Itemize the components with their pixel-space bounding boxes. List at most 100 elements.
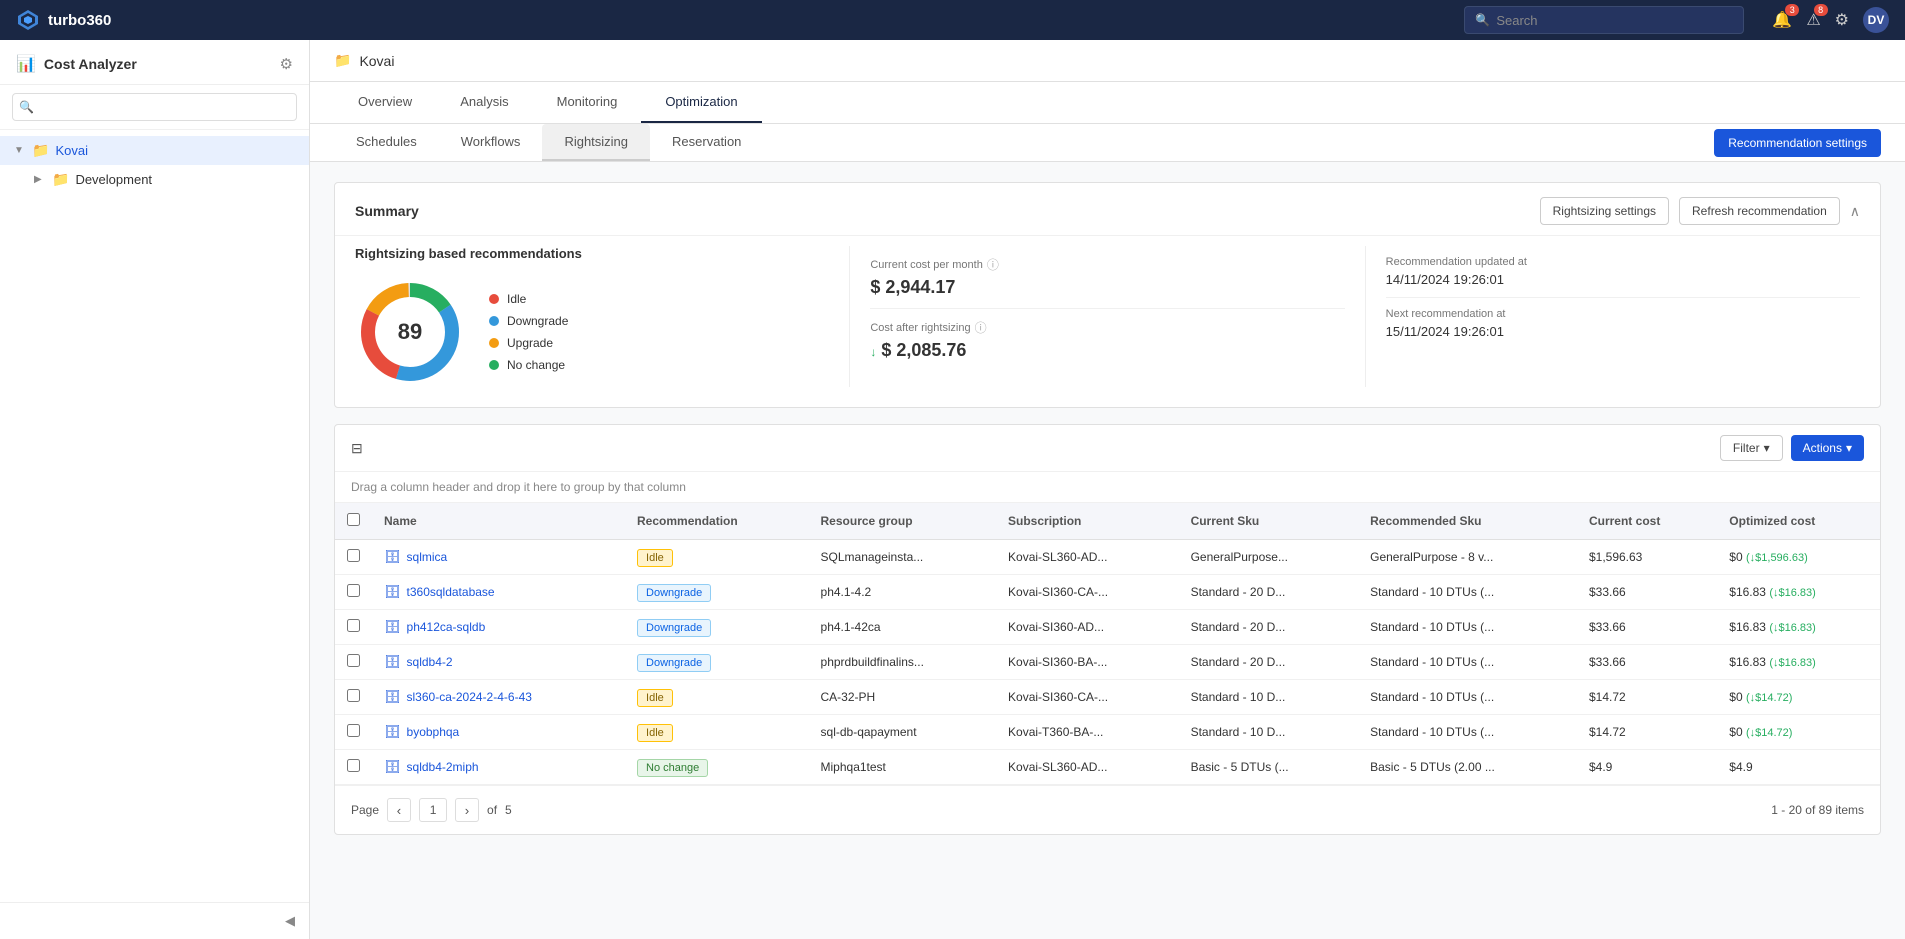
tab-reservation[interactable]: Reservation [650,124,763,161]
tab-rightsizing[interactable]: Rightsizing [542,124,650,161]
cell-subscription: Kovai-SI360-CA-... [996,680,1179,715]
recommendation-badge: Downgrade [637,584,711,602]
resource-name-link[interactable]: 🗄 sl360-ca-2024-2-4-6-43 [384,689,613,705]
chevron-down-icon: ▾ [1764,441,1770,455]
info-icon-2[interactable]: ⓘ [975,319,987,336]
sidebar-item-development[interactable]: ▶ 📁 Development [0,165,309,194]
cell-resource-group: sql-db-qapayment [809,715,997,750]
recommendation-badge: Idle [637,549,673,567]
info-icon[interactable]: ⓘ [987,256,999,273]
settings-button[interactable]: ⚙ [1835,10,1849,30]
resource-name-link[interactable]: 🗄 byobphqa [384,724,613,740]
search-icon: 🔍 [1475,13,1490,27]
search-bar[interactable]: 🔍 [1464,6,1744,34]
recommendation-settings-button[interactable]: Recommendation settings [1714,129,1881,157]
cell-optimized-cost: $0 (↓$1,596.63) [1717,540,1880,575]
resource-name-link[interactable]: 🗄 sqldb4-2 [384,654,613,670]
collapse-icon: ◀ [285,913,295,929]
notifications-button[interactable]: 🔔 3 [1772,10,1792,30]
cell-current-cost: $4.9 [1577,750,1717,785]
tab-workflows[interactable]: Workflows [439,124,543,161]
savings-amount: (↓$16.83) [1769,622,1815,634]
row-checkbox[interactable] [347,759,360,772]
resource-name-link[interactable]: 🗄 sqlmica [384,549,613,565]
optimized-cost-value: $4.9 [1729,760,1752,774]
savings-amount: (↓$16.83) [1769,657,1815,669]
logo-icon [16,8,40,32]
cell-name: 🗄 byobphqa [372,715,625,750]
cell-resource-group: phprdbuildfinalins... [809,645,997,680]
idle-dot [489,294,499,304]
row-checkbox-cell [335,645,372,680]
sidebar-collapse-button[interactable]: ◀ [0,902,309,939]
prev-page-button[interactable]: ‹ [387,798,411,822]
pagination: Page ‹ 1 › of 5 1 - 20 of 89 items [335,785,1880,834]
row-checkbox[interactable] [347,549,360,562]
database-icon: 🗄 [384,619,401,635]
tab-monitoring[interactable]: Monitoring [533,82,642,123]
row-checkbox[interactable] [347,724,360,737]
stat-current-cost: Current cost per month ⓘ $ 2,944.17 [870,246,1344,309]
drag-hint: Drag a column header and drop it here to… [335,472,1880,503]
col-resource-group: Resource group [809,503,997,540]
cell-current-cost: $33.66 [1577,575,1717,610]
secondary-tabs: Schedules Workflows Rightsizing Reservat… [310,124,1905,162]
rec-next-label: Next recommendation at [1386,308,1860,320]
sidebar-settings-button[interactable]: ⚙ [280,55,293,73]
sidebar-item-kovai[interactable]: ▼ 📁 Kovai [0,136,309,165]
summary-body: Rightsizing based recommendations [335,235,1880,407]
cell-resource-group: CA-32-PH [809,680,997,715]
cell-recommendation: Downgrade [625,645,809,680]
recommendation-badge: Idle [637,724,673,742]
col-recommendation: Recommendation [625,503,809,540]
refresh-recommendation-button[interactable]: Refresh recommendation [1679,197,1840,225]
cell-recommended-sku: Standard - 10 DTUs (... [1358,680,1577,715]
alerts-button[interactable]: ⚠ 8 [1806,10,1820,30]
sidebar-search-input[interactable] [12,93,297,121]
cost-after-label: Cost after rightsizing ⓘ [870,319,1344,336]
row-checkbox[interactable] [347,619,360,632]
select-all-checkbox[interactable] [347,513,360,526]
cell-subscription: Kovai-SI360-AD... [996,610,1179,645]
row-checkbox[interactable] [347,584,360,597]
cell-resource-group: ph4.1-4.2 [809,575,997,610]
tab-overview[interactable]: Overview [334,82,436,123]
next-page-button[interactable]: › [455,798,479,822]
legend-nochange: No change [489,358,568,372]
search-input[interactable] [1496,13,1733,28]
content-area: Summary Rightsizing settings Refresh rec… [310,162,1905,855]
filter-button[interactable]: Filter ▾ [1720,435,1783,461]
table-row: 🗄 sqldb4-2miph No change Miphqa1test Kov… [335,750,1880,785]
rightsizing-settings-button[interactable]: Rightsizing settings [1540,197,1669,225]
legend-idle: Idle [489,292,568,306]
optimized-cost-value: $0 [1729,550,1742,564]
resource-name-link[interactable]: 🗄 sqldb4-2miph [384,759,613,775]
tab-optimization[interactable]: Optimization [641,82,761,123]
cell-optimized-cost: $16.83 (↓$16.83) [1717,575,1880,610]
user-avatar[interactable]: DV [1863,7,1889,33]
stat-cost-after: Cost after rightsizing ⓘ ↓ $ 2,085.76 [870,309,1344,371]
cell-current-sku: Standard - 20 D... [1179,575,1359,610]
table-filter-icon[interactable]: ⊟ [351,440,363,457]
resource-name-link[interactable]: 🗄 ph412ca-sqldb [384,619,613,635]
cell-recommended-sku: Standard - 10 DTUs (... [1358,645,1577,680]
nochange-dot [489,360,499,370]
rec-info-section: Recommendation updated at 14/11/2024 19:… [1365,246,1860,387]
tab-schedules[interactable]: Schedules [334,124,439,161]
tab-analysis[interactable]: Analysis [436,82,532,123]
cell-current-cost: $33.66 [1577,610,1717,645]
summary-collapse-button[interactable]: ∧ [1850,203,1860,220]
donut-center-value: 89 [398,319,422,345]
resource-name-link[interactable]: 🗄 t360sqldatabase [384,584,613,600]
database-icon: 🗄 [384,689,401,705]
col-recommended-sku: Recommended Sku [1358,503,1577,540]
chart-title: Rightsizing based recommendations [355,246,582,261]
optimized-cost-value: $0 [1729,725,1742,739]
layout: 📊 Cost Analyzer ⚙ 🔍 ▼ 📁 Kovai ▶ 📁 Devel [0,40,1905,939]
breadcrumb: Kovai [359,53,394,69]
cell-optimized-cost: $4.9 [1717,750,1880,785]
cell-subscription: Kovai-T360-BA-... [996,715,1179,750]
row-checkbox[interactable] [347,689,360,702]
actions-button[interactable]: Actions ▾ [1791,435,1864,461]
row-checkbox[interactable] [347,654,360,667]
